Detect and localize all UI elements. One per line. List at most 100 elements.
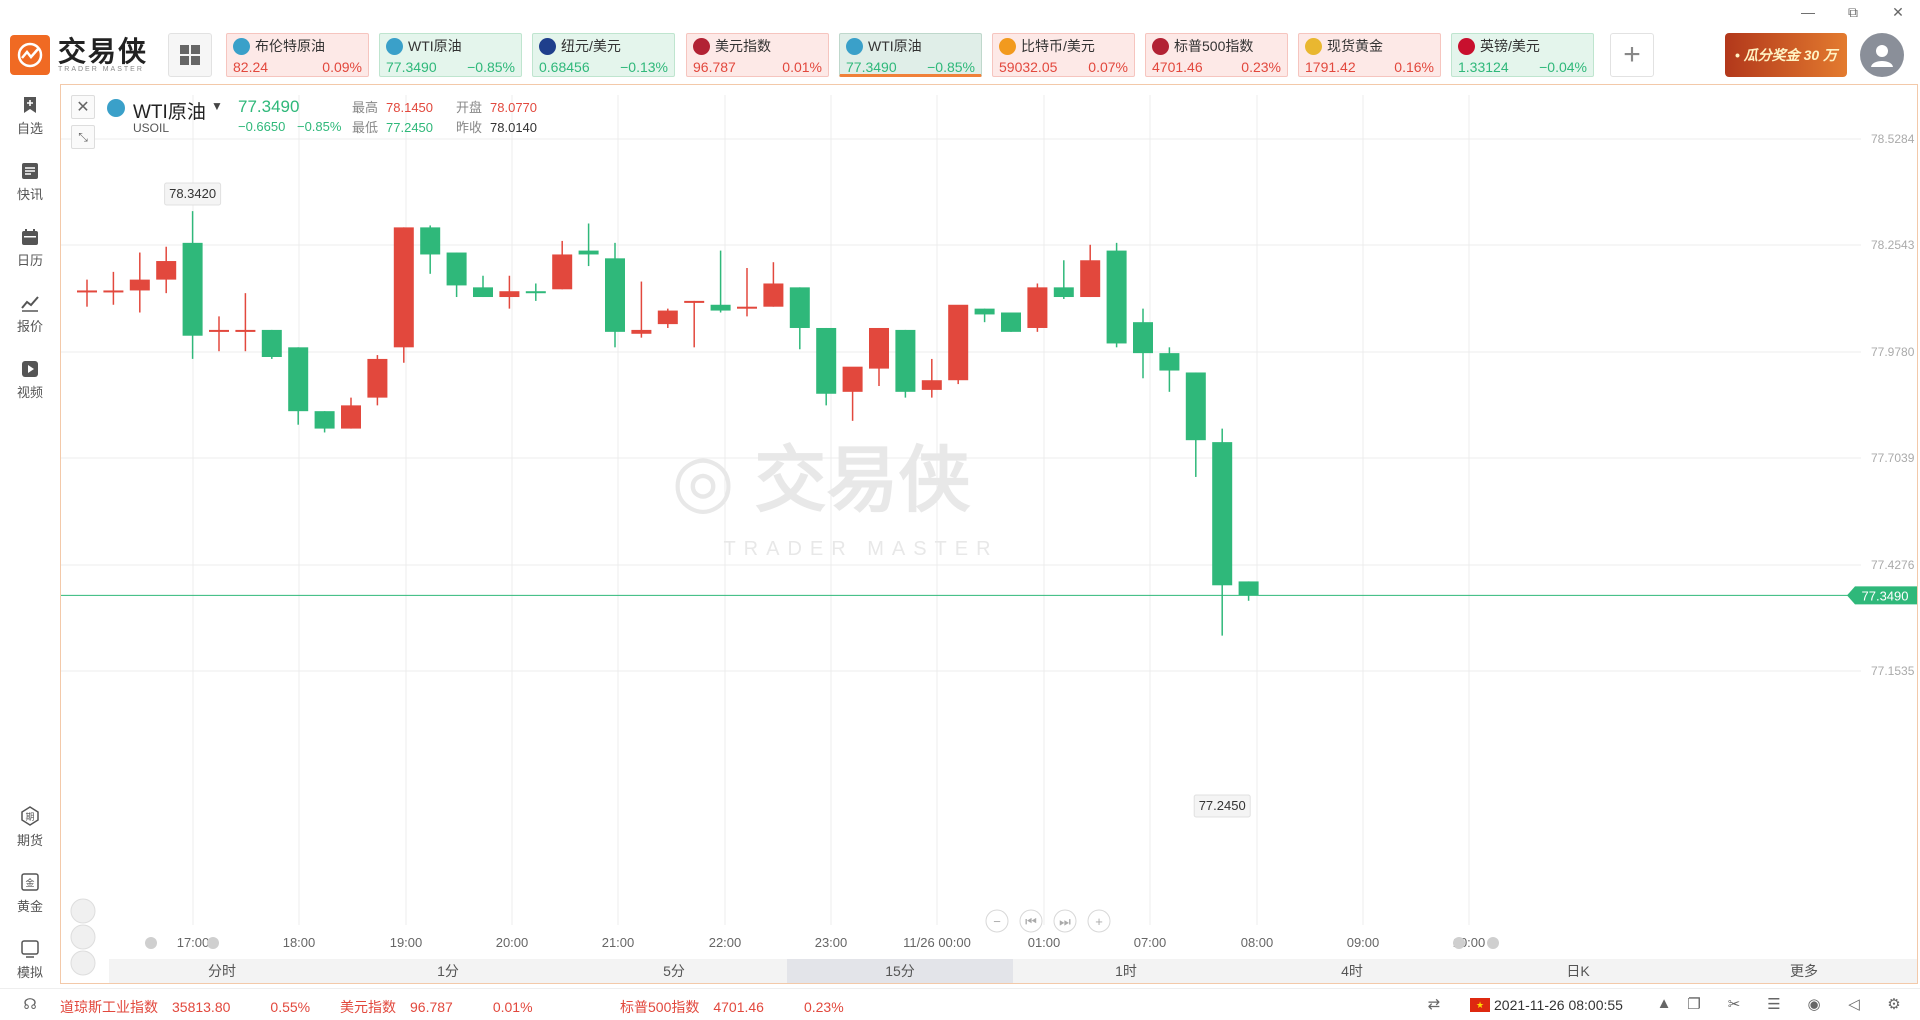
ticker-card[interactable]: 布伦特原油 82.24 0.09%: [226, 33, 369, 77]
candle-body[interactable]: [182, 242, 203, 336]
candle-body[interactable]: [1185, 372, 1206, 441]
candle-body[interactable]: [842, 366, 863, 392]
candle-body[interactable]: [77, 290, 97, 293]
candle-body[interactable]: [209, 329, 229, 332]
menu-icon[interactable]: ☰: [1764, 995, 1784, 1015]
candle-body[interactable]: [974, 308, 995, 315]
candle-body[interactable]: [341, 405, 361, 429]
candlestick-chart[interactable]: 78.5284 78.2543 77.9780 77.7039 77.4276 77.15…: [61, 85, 1918, 984]
candle-body[interactable]: [393, 227, 414, 348]
scroll-handle[interactable]: [1453, 937, 1465, 949]
wave-icon[interactable]: [70, 950, 96, 976]
symbol-name[interactable]: WTI原油: [133, 97, 206, 124]
pen-icon[interactable]: [70, 924, 96, 950]
sidebar-item-watchlist[interactable]: 自选: [0, 96, 60, 137]
user-avatar[interactable]: [1860, 33, 1904, 77]
candle-body[interactable]: [1053, 287, 1074, 298]
sidebar-item-simulate[interactable]: 模拟: [0, 938, 60, 981]
settings-icon[interactable]: ⚙: [1884, 995, 1904, 1015]
ticker-card[interactable]: 英镑/美元 1.33124 −0.04%: [1451, 33, 1594, 77]
candle-body[interactable]: [235, 329, 256, 332]
candle-body[interactable]: [684, 300, 705, 303]
candle-body[interactable]: [288, 347, 309, 412]
candle-body[interactable]: [261, 329, 282, 358]
candle-body[interactable]: [948, 304, 969, 381]
candle-body[interactable]: [1106, 250, 1127, 344]
period-tab[interactable]: 1分: [335, 959, 561, 983]
ticker-card[interactable]: 比特币/美元 59032.05 0.07%: [992, 33, 1135, 77]
candle-body[interactable]: [895, 329, 916, 392]
close-window-button[interactable]: ✕: [1888, 4, 1908, 21]
collapse-chart-button[interactable]: ⤡: [71, 125, 95, 149]
candle-body[interactable]: [737, 306, 757, 309]
candle-body[interactable]: [446, 252, 467, 286]
candle-body[interactable]: [1133, 322, 1153, 354]
candle-body[interactable]: [499, 291, 520, 298]
status-index-dxy[interactable]: 美元指数 96.787 0.01%: [340, 997, 533, 1017]
period-tab[interactable]: 15分: [787, 959, 1013, 983]
candle-body[interactable]: [710, 304, 731, 311]
candle-body[interactable]: [816, 327, 837, 394]
candle-body[interactable]: [473, 287, 493, 298]
candle-body[interactable]: [156, 261, 177, 280]
candle-body[interactable]: [552, 254, 573, 290]
period-tab[interactable]: 4时: [1239, 959, 1465, 983]
ticker-card[interactable]: 标普500指数 4701.46 0.23%: [1145, 33, 1288, 77]
candle-body[interactable]: [525, 291, 546, 294]
promo-banner[interactable]: • 瓜分奖金 30 万: [1725, 33, 1847, 77]
scroll-handle[interactable]: [145, 937, 157, 949]
sidebar-item-news[interactable]: 快讯: [0, 162, 60, 203]
sidebar-item-video[interactable]: 视频: [0, 360, 60, 401]
candle-body[interactable]: [869, 327, 889, 369]
candle-body[interactable]: [1027, 287, 1048, 328]
candle-body[interactable]: [789, 287, 810, 328]
candle-body[interactable]: [1212, 442, 1233, 586]
candle-body[interactable]: [1238, 581, 1259, 596]
period-tab[interactable]: 分时: [109, 959, 335, 983]
close-chart-button[interactable]: ✕: [71, 95, 95, 119]
candle-body[interactable]: [763, 283, 784, 307]
candle-body[interactable]: [1159, 353, 1180, 371]
ticker-card[interactable]: 美元指数 96.787 0.01%: [686, 33, 829, 77]
indicator-icon[interactable]: [70, 898, 96, 924]
period-tab[interactable]: 5分: [561, 959, 787, 983]
candle-body[interactable]: [129, 279, 150, 291]
scroll-handle[interactable]: [207, 937, 219, 949]
add-ticker-button[interactable]: +: [1610, 33, 1654, 77]
mute-icon[interactable]: ◁: [1844, 995, 1864, 1015]
ticker-card[interactable]: 现货黄金 1791.42 0.16%: [1298, 33, 1441, 77]
window-icon[interactable]: ❐: [1684, 995, 1704, 1015]
caret-up-icon[interactable]: ▲: [1654, 995, 1674, 1015]
candle-body[interactable]: [367, 358, 388, 398]
candle-body[interactable]: [578, 250, 599, 255]
candle-body[interactable]: [103, 290, 124, 293]
period-tab[interactable]: 日K: [1465, 959, 1691, 983]
candle-body[interactable]: [605, 258, 625, 332]
candle-body[interactable]: [1001, 312, 1021, 332]
tools-icon[interactable]: ✂: [1724, 995, 1744, 1015]
period-tab[interactable]: 更多: [1691, 959, 1917, 983]
candle-body[interactable]: [921, 380, 942, 390]
ticker-card[interactable]: WTI原油 77.3490 −0.85%: [839, 33, 982, 77]
sidebar-item-futures[interactable]: 期 期货: [0, 806, 60, 849]
candle-body[interactable]: [657, 310, 678, 325]
scroll-handle[interactable]: [1487, 937, 1499, 949]
grid-layout-button[interactable]: [168, 33, 212, 77]
restore-button[interactable]: ⧉: [1843, 4, 1863, 21]
headset-icon[interactable]: ☊: [20, 995, 40, 1015]
candle-body[interactable]: [420, 227, 441, 255]
status-index-dow[interactable]: 道琼斯工业指数 35813.80 0.55%: [60, 997, 310, 1017]
status-index-spx[interactable]: 标普500指数 4701.46 0.23%: [620, 997, 844, 1017]
sidebar-item-calendar[interactable]: 日历: [0, 228, 60, 269]
minimize-button[interactable]: —: [1798, 4, 1818, 20]
sidebar-item-quotes[interactable]: 报价: [0, 294, 60, 335]
candle-body[interactable]: [314, 411, 335, 429]
camera-icon[interactable]: ◉: [1804, 995, 1824, 1015]
ticker-card[interactable]: 纽元/美元 0.68456 −0.13%: [532, 33, 675, 77]
chevron-down-icon[interactable]: ▼: [211, 99, 223, 113]
ticker-card[interactable]: WTI原油 77.3490 −0.85%: [379, 33, 522, 77]
sidebar-item-gold[interactable]: 金 黄金: [0, 872, 60, 915]
candle-body[interactable]: [631, 329, 652, 334]
candle-body[interactable]: [1080, 260, 1101, 298]
period-tab[interactable]: 1时: [1013, 959, 1239, 983]
